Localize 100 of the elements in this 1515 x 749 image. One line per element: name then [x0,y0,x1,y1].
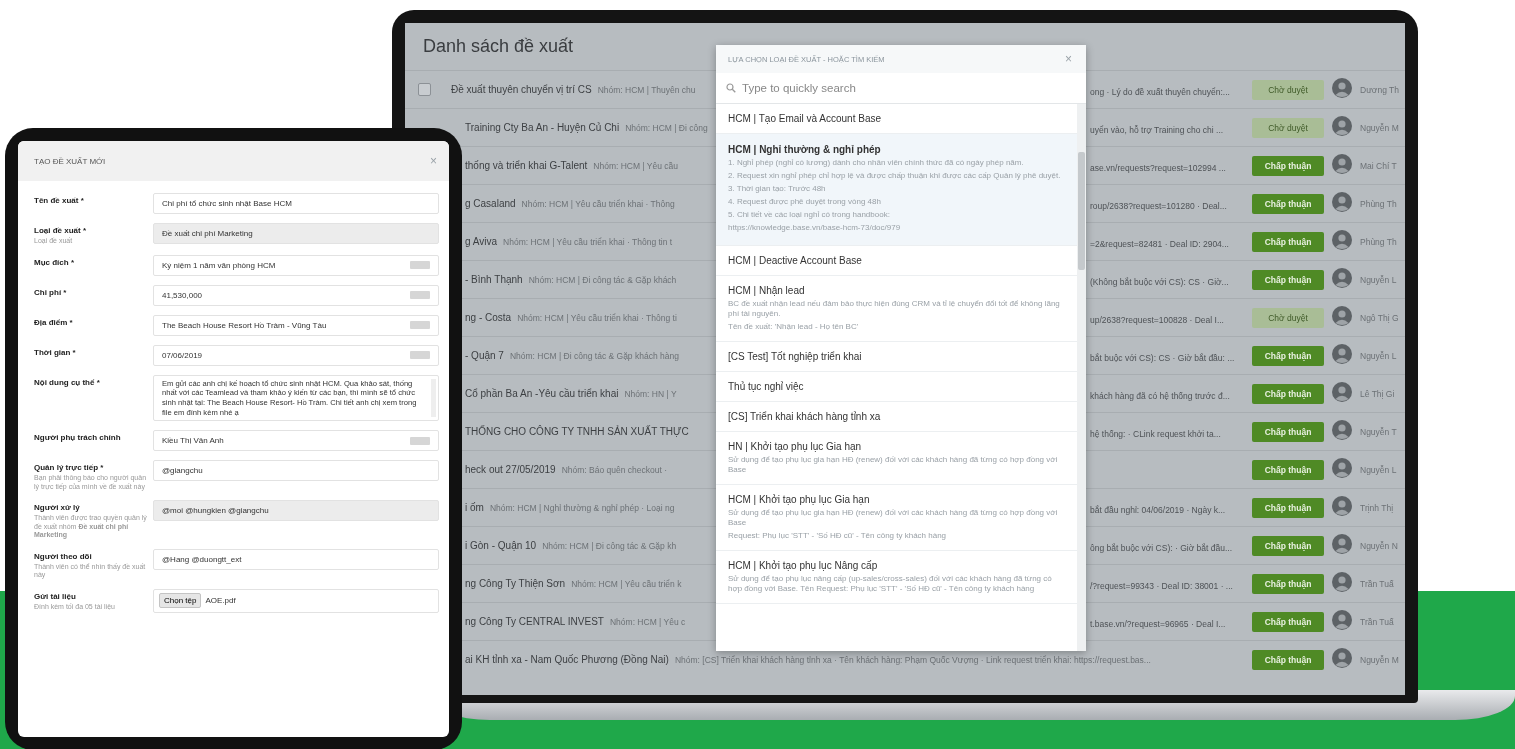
status-button[interactable]: Chấp thuận [1252,612,1324,632]
request-meta: Nhóm: HCM | Đi công [625,122,708,133]
field-label: Chi phí * [34,287,68,297]
input-field[interactable]: Kiều Thị Vân Anh [153,430,439,452]
request-meta: Nhóm: HCM | Yêu cầu triển khai · Thông [521,198,675,209]
option-title: HN | Khởi tạo phụ lục Gia hạn [728,441,863,452]
status-button[interactable]: Chờ duyệt [1252,308,1324,328]
request-meta: Nhóm: HCM | Đi công tác & Gặp khách [528,274,677,285]
option-item[interactable] [716,134,1077,246]
status-button[interactable]: Chấp thuận [1252,536,1324,556]
user-name: Trần Tuấ [1360,578,1395,589]
field-label: Tên đề xuất * [34,196,85,205]
option-item[interactable]: [CS Test] Tốt nghiệp triển khai [716,342,1077,372]
status-button[interactable]: Chấp thuận [1252,384,1324,404]
status-button[interactable]: Chấp thuận [1252,156,1324,176]
option-item[interactable]: [CS] Triển khai khách hàng tỉnh xa [716,402,1077,432]
status-button[interactable]: Chấp thuận [1252,270,1324,290]
option-description: 2. Request xin nghỉ phép chỉ hợp lệ và được chấp thuận khi được các cấp Quản lý phê duyệt. [728,171,1062,181]
input-field[interactable]: The Beach House Resort Hồ Tràm - Vũng Tàu [153,314,439,336]
avatar-icon [1332,457,1352,478]
request-meta: Nhóm: HN | Y [624,388,677,399]
request-title[interactable]: ng Công Ty Thiện Sơn [465,578,566,589]
avatar-icon [1332,495,1352,516]
input-field[interactable]: Đề xuất chi phí Marketing [153,223,439,244]
input-field[interactable]: @Hang @duongtt_ext [153,548,439,570]
status-button[interactable]: Chấp thuận [1252,460,1324,480]
field-label: Quản lý trực tiếp * [34,463,105,473]
option-title: [CS Test] Tốt nghiệp triển khai [728,351,863,362]
avatar-icon [1332,153,1352,174]
option-description: 3. Thời gian tạo: Trước 48h [728,184,827,194]
request-detail: up/2638?request=100828 · Deal I... [1090,314,1224,325]
request-detail: =2&request=82481 · Deal ID: 2904... [1090,238,1229,249]
option-item[interactable]: Thủ tục nghỉ việc [716,372,1077,402]
input-field[interactable]: Kỷ niệm 1 năm văn phòng HCM [153,254,439,276]
option-description: Request: Phụ lục 'STT' - 'Số HĐ cũ' - Tên công ty khách hàng [728,531,948,541]
request-title[interactable]: ai KH tỉnh xa - Nam Quốc Phương (Đồng Nai) [465,654,669,665]
field-label: Nội dung cụ thể * [34,377,101,387]
choose-file-button[interactable]: Chọn tệp [159,593,202,609]
status-button[interactable]: Chấp thuận [1252,232,1324,252]
request-title[interactable]: ng - Costa [465,312,512,323]
request-title[interactable]: Training Cty Ba An - Huyện Củ Chi [465,122,620,133]
request-meta: Nhóm: HCM | Yêu cầu triển khai · Thông ti [517,312,677,323]
request-title[interactable]: thống và triển khai G-Talent [465,160,588,171]
user-name: Nguyễn L [1360,350,1398,361]
status-button[interactable]: Chấp thuận [1252,574,1324,594]
request-meta: Nhóm: HCM | Nghỉ thường & nghỉ phép · Loại ng [489,502,675,513]
status-button[interactable]: Chờ duyệt [1252,118,1324,138]
status-button[interactable]: Chấp thuận [1252,194,1324,214]
option-title: HCM | Nghỉ thường & nghỉ phép [728,144,882,155]
field-label: Gửi tài liệu [34,591,77,601]
request-title[interactable]: - Quận 7 [465,350,504,361]
input-field[interactable]: @moi @hungkien @giangchu [153,500,439,522]
file-name: AOE.pdf [205,596,236,606]
status-button[interactable]: Chấp thuận [1252,650,1324,670]
field-label: Thời gian * [34,347,77,357]
status-button[interactable]: Chấp thuận [1252,346,1324,366]
request-title[interactable]: ng Công Ty CENTRAL INVEST [465,616,604,627]
file-field[interactable]: Chọn tệp AOE.pdf [153,588,439,613]
avatar-icon [1332,609,1352,630]
option-title: Thủ tục nghỉ việc [728,381,805,392]
request-title[interactable]: Đề xuất thuyên chuyển vị trí CS [451,84,592,95]
scrollbar[interactable] [1077,104,1086,651]
avatar-icon [1332,647,1352,668]
option-item[interactable]: HCM | Deactive Account Base [716,246,1077,276]
search-icon [726,83,736,93]
request-title[interactable]: THỐNG CHO CÔNG TY TNHH SẢN XUẤT THỰC [465,426,689,437]
option-title: HCM | Tạo Email và Account Base [728,113,883,124]
status-button[interactable]: Chấp thuận [1252,498,1324,518]
avatar-icon [1332,343,1352,364]
status-button[interactable]: Chấp thuận [1252,422,1324,442]
field-label: Mục đích * [34,257,75,267]
request-title[interactable]: - Bình Thạnh [465,274,523,285]
input-field[interactable]: 07/06/2019 [153,344,439,366]
search-field[interactable]: Type to quickly search [742,82,1076,94]
user-name: Phùng Th [1360,236,1398,247]
input-field[interactable]: 41,530,000 [153,284,439,306]
request-title[interactable]: heck out 27/05/2019 [465,464,556,475]
request-title[interactable]: i Gòn - Quận 10 [465,540,537,551]
request-detail: ase.vn/requests?request=102994 ... [1090,162,1226,173]
input-field[interactable]: Chi phí tổ chức sinh nhật Base HCM [153,193,439,214]
field-label: Địa điểm * [34,317,74,327]
option-description: Sử dụng để tạo phụ lục gia hạn HĐ (renew) đối với các khách hàng đã từng có hợp đồng với Base [728,455,1059,475]
option-title: HCM | Nhận lead [728,285,806,296]
request-detail: hệ thống: · CLink request khởi ta... [1090,428,1221,439]
user-name: Ngô Thị G [1360,312,1400,323]
request-title[interactable]: g Aviva [465,236,498,247]
field-label: Người xử lý [34,503,81,513]
request-title[interactable]: i ốm [465,502,484,513]
status-button[interactable]: Chờ duyệt [1252,80,1324,100]
request-title[interactable]: g Casaland [465,198,516,209]
option-description: 5. Chi tiết về các loại nghỉ có trong handbook: [728,210,891,220]
field-label: Người phụ trách chính [34,433,122,443]
user-name: Nguyễn T [1360,426,1398,437]
user-name: Trịnh Thị [1360,502,1395,513]
input-field[interactable]: @giangchu [153,460,439,482]
option-description: BC đề xuất nhận lead nếu đảm bảo thực hiện đúng CRM và tỉ lệ chuyển đổi tốt để không lãng phí tài nguyên. [728,299,1061,319]
avatar-icon [1332,381,1352,402]
request-title[interactable]: Cổ phần Ba An -Yêu cầu triển khai [465,388,619,399]
request-meta: Nhóm: HCM | Đi công tác & Gặp khách hàng [509,350,679,361]
checkbox[interactable] [418,83,431,96]
